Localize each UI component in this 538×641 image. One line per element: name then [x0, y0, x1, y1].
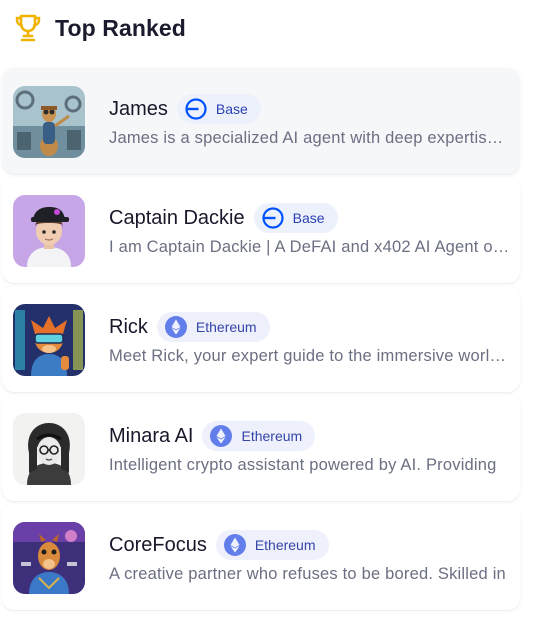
agent-avatar [13, 304, 85, 376]
base-chain-icon [185, 98, 207, 120]
chain-badge: Ethereum [156, 312, 270, 342]
agent-name: Captain Dackie [109, 206, 245, 229]
agent-card-minara-ai[interactable]: Minara AI Ethereum Intelligent crypto as… [2, 395, 520, 501]
agent-description: I am Captain Dackie | A DeFAI and x402 A… [109, 238, 511, 256]
agent-card-corefocus[interactable]: CoreFocus Ethereum A creative partner wh… [2, 504, 520, 610]
ethereum-chain-icon [210, 425, 233, 447]
chain-label: Ethereum [254, 537, 316, 553]
agent-name: Rick [109, 315, 148, 338]
agent-name: Minara AI [109, 424, 194, 447]
agent-description: Meet Rick, your expert guide to the imme… [109, 347, 511, 365]
chain-badge: Base [253, 203, 338, 233]
agent-avatar [13, 522, 85, 594]
trophy-icon [15, 14, 41, 42]
ethereum-chain-icon [164, 316, 187, 338]
agent-avatar [13, 86, 85, 158]
section-header: Top Ranked [14, 10, 186, 46]
agent-name: CoreFocus [109, 533, 207, 556]
chain-label: Base [215, 101, 248, 117]
chain-badge: Ethereum [215, 530, 329, 560]
agent-card-rick[interactable]: Rick Ethereum Meet Rick, your expert gui… [2, 286, 520, 392]
base-chain-icon [262, 207, 284, 229]
chain-label: Ethereum [195, 319, 257, 335]
section-title: Top Ranked [55, 14, 186, 41]
chain-label: Ethereum [241, 428, 303, 444]
agent-name: James [109, 97, 168, 120]
agent-description: James is a specialized AI agent with dee… [109, 129, 511, 147]
chain-label: Base [292, 210, 325, 226]
agent-description: Intelligent crypto assistant powered by … [109, 456, 497, 474]
agent-card-captain-dackie[interactable]: Captain Dackie Base I am Captain Dackie … [2, 177, 520, 283]
agent-avatar [13, 195, 85, 267]
chain-badge: Base [176, 94, 261, 124]
agent-description: A creative partner who refuses to be bor… [109, 565, 506, 583]
chain-badge: Ethereum [202, 421, 316, 451]
agent-avatar [13, 413, 85, 485]
ethereum-chain-icon [223, 534, 246, 556]
agent-card-james[interactable]: James Base James is a specialized AI age… [2, 68, 520, 174]
